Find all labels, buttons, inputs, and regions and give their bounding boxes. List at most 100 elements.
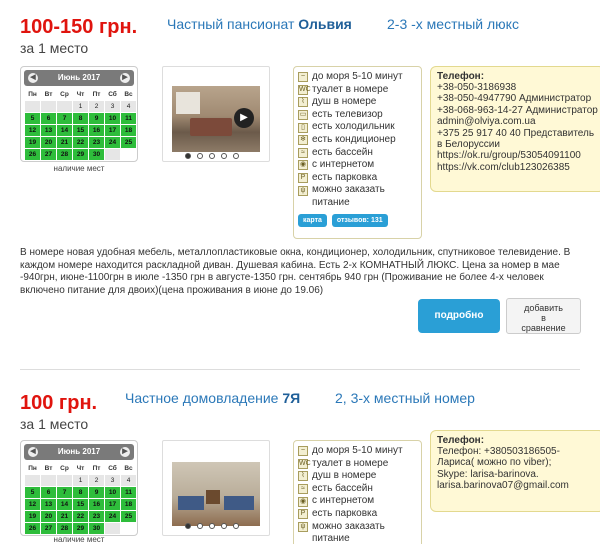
contact-line[interactable]: +38-050-3186938 bbox=[437, 82, 598, 93]
contact-line[interactable]: в Белоруссии bbox=[437, 139, 598, 150]
calendar-day[interactable]: 23 bbox=[89, 511, 104, 522]
add-to-compare-button[interactable]: добавить в сравнение bbox=[506, 298, 581, 334]
reviews-button[interactable]: отзывов: 131 bbox=[331, 213, 388, 227]
gallery-dots[interactable] bbox=[185, 523, 255, 529]
calendar-day[interactable]: 7 bbox=[57, 113, 72, 124]
contact-line[interactable]: https://ok.ru/group/53054091100 bbox=[437, 150, 598, 161]
calendar-day[interactable]: 5 bbox=[25, 487, 40, 498]
calendar-day[interactable]: 9 bbox=[89, 113, 104, 124]
calendar-day[interactable] bbox=[105, 523, 120, 534]
calendar-day[interactable]: 27 bbox=[41, 523, 56, 534]
contact-line[interactable]: larisa.barinova07@gmail.com bbox=[437, 480, 598, 491]
calendar-day[interactable]: 30 bbox=[89, 523, 104, 534]
calendar-day[interactable] bbox=[25, 475, 40, 486]
calendar-day[interactable]: 24 bbox=[105, 137, 120, 148]
calendar-day[interactable] bbox=[41, 101, 56, 112]
contact-line[interactable]: admin@olviya.com.ua bbox=[437, 116, 598, 127]
calendar-day[interactable]: 13 bbox=[41, 125, 56, 136]
contact-line[interactable]: +38-050-4947790 Администратор bbox=[437, 93, 598, 104]
calendar-day[interactable]: 8 bbox=[73, 113, 88, 124]
calendar-day[interactable]: 15 bbox=[73, 499, 88, 510]
calendar-day[interactable] bbox=[105, 149, 120, 160]
calendar-day[interactable]: 6 bbox=[41, 487, 56, 498]
calendar-day[interactable]: 29 bbox=[73, 523, 88, 534]
calendar-day[interactable]: 20 bbox=[41, 511, 56, 522]
calendar-day[interactable]: 26 bbox=[25, 523, 40, 534]
pool-icon: ≈ bbox=[298, 147, 308, 158]
room-type[interactable]: 2, 3-х местный номер bbox=[335, 390, 475, 406]
photo-gallery[interactable] bbox=[162, 440, 270, 536]
calendar-day[interactable] bbox=[41, 475, 56, 486]
contact-line[interactable]: https://vk.com/club123026385 bbox=[437, 162, 598, 173]
contact-line[interactable]: +375 25 917 40 40 Представитель bbox=[437, 128, 598, 139]
calendar-day[interactable]: 13 bbox=[41, 499, 56, 510]
photo-gallery[interactable]: ▶ bbox=[162, 66, 270, 162]
room-photo[interactable]: ▶ bbox=[172, 86, 260, 152]
calendar-day[interactable]: 2 bbox=[89, 475, 104, 486]
calendar-day[interactable]: 3 bbox=[105, 475, 120, 486]
calendar-day[interactable]: 27 bbox=[41, 149, 56, 160]
calendar-day[interactable]: 8 bbox=[73, 487, 88, 498]
calendar-day[interactable]: 20 bbox=[41, 137, 56, 148]
listing-title[interactable]: Частное домовладение 7Я bbox=[125, 390, 300, 406]
calendar-day[interactable]: 19 bbox=[25, 137, 40, 148]
calendar-day[interactable] bbox=[57, 101, 72, 112]
calendar-day[interactable]: 16 bbox=[89, 499, 104, 510]
calendar-day[interactable]: 4 bbox=[121, 101, 136, 112]
prev-month-icon[interactable]: ◀ bbox=[28, 73, 38, 83]
contact-line[interactable]: +38-068-963-14-27 Администратор bbox=[437, 105, 598, 116]
calendar-day[interactable]: 28 bbox=[57, 523, 72, 534]
calendar-day[interactable]: 25 bbox=[121, 137, 136, 148]
calendar-day[interactable]: 11 bbox=[121, 487, 136, 498]
listing-title[interactable]: Частный пансионат Ольвия bbox=[167, 16, 352, 32]
calendar-day[interactable]: 17 bbox=[105, 499, 120, 510]
calendar-day[interactable]: 3 bbox=[105, 101, 120, 112]
calendar-day[interactable]: 1 bbox=[73, 475, 88, 486]
calendar-day[interactable] bbox=[25, 101, 40, 112]
calendar-day[interactable]: 16 bbox=[89, 125, 104, 136]
calendar-day[interactable]: 9 bbox=[89, 487, 104, 498]
prev-month-icon[interactable]: ◀ bbox=[28, 447, 38, 457]
calendar-day[interactable]: 11 bbox=[121, 113, 136, 124]
gallery-dots[interactable] bbox=[185, 153, 255, 159]
calendar-day[interactable]: 12 bbox=[25, 125, 40, 136]
play-icon[interactable]: ▶ bbox=[234, 108, 254, 128]
calendar-day[interactable]: 18 bbox=[121, 499, 136, 510]
calendar-day[interactable]: 7 bbox=[57, 487, 72, 498]
calendar-day[interactable]: 26 bbox=[25, 149, 40, 160]
calendar-day[interactable]: 17 bbox=[105, 125, 120, 136]
calendar-day[interactable]: 14 bbox=[57, 499, 72, 510]
contact-line[interactable]: Лариса( можно по viber); bbox=[437, 457, 598, 468]
calendar-day[interactable]: 28 bbox=[57, 149, 72, 160]
calendar-day[interactable]: 19 bbox=[25, 511, 40, 522]
calendar-day[interactable]: 15 bbox=[73, 125, 88, 136]
calendar-day[interactable]: 14 bbox=[57, 125, 72, 136]
contact-line[interactable]: Skype: larisa-barinova. bbox=[437, 469, 598, 480]
calendar-day[interactable] bbox=[57, 475, 72, 486]
calendar-day[interactable]: 5 bbox=[25, 113, 40, 124]
map-button[interactable]: карта bbox=[298, 213, 327, 227]
calendar-day[interactable]: 4 bbox=[121, 475, 136, 486]
calendar-day[interactable]: 18 bbox=[121, 125, 136, 136]
details-button[interactable]: подробно bbox=[418, 299, 500, 333]
next-month-icon[interactable]: ▶ bbox=[120, 447, 130, 457]
calendar-day[interactable]: 29 bbox=[73, 149, 88, 160]
calendar-day[interactable]: 22 bbox=[73, 137, 88, 148]
calendar-day[interactable]: 23 bbox=[89, 137, 104, 148]
next-month-icon[interactable]: ▶ bbox=[120, 73, 130, 83]
calendar-day[interactable]: 21 bbox=[57, 137, 72, 148]
calendar-day[interactable]: 21 bbox=[57, 511, 72, 522]
room-photo[interactable] bbox=[172, 462, 260, 526]
calendar-day[interactable]: 10 bbox=[105, 113, 120, 124]
calendar-day[interactable]: 30 bbox=[89, 149, 104, 160]
calendar-day[interactable]: 22 bbox=[73, 511, 88, 522]
calendar-day[interactable]: 2 bbox=[89, 101, 104, 112]
calendar-day[interactable]: 6 bbox=[41, 113, 56, 124]
contact-line[interactable]: Телефон: +380503186505- bbox=[437, 446, 598, 457]
calendar-day[interactable]: 25 bbox=[121, 511, 136, 522]
calendar-day[interactable]: 10 bbox=[105, 487, 120, 498]
calendar-day[interactable]: 1 bbox=[73, 101, 88, 112]
room-type[interactable]: 2-3 -х местный люкс bbox=[387, 16, 519, 32]
calendar-day[interactable]: 12 bbox=[25, 499, 40, 510]
calendar-day[interactable]: 24 bbox=[105, 511, 120, 522]
